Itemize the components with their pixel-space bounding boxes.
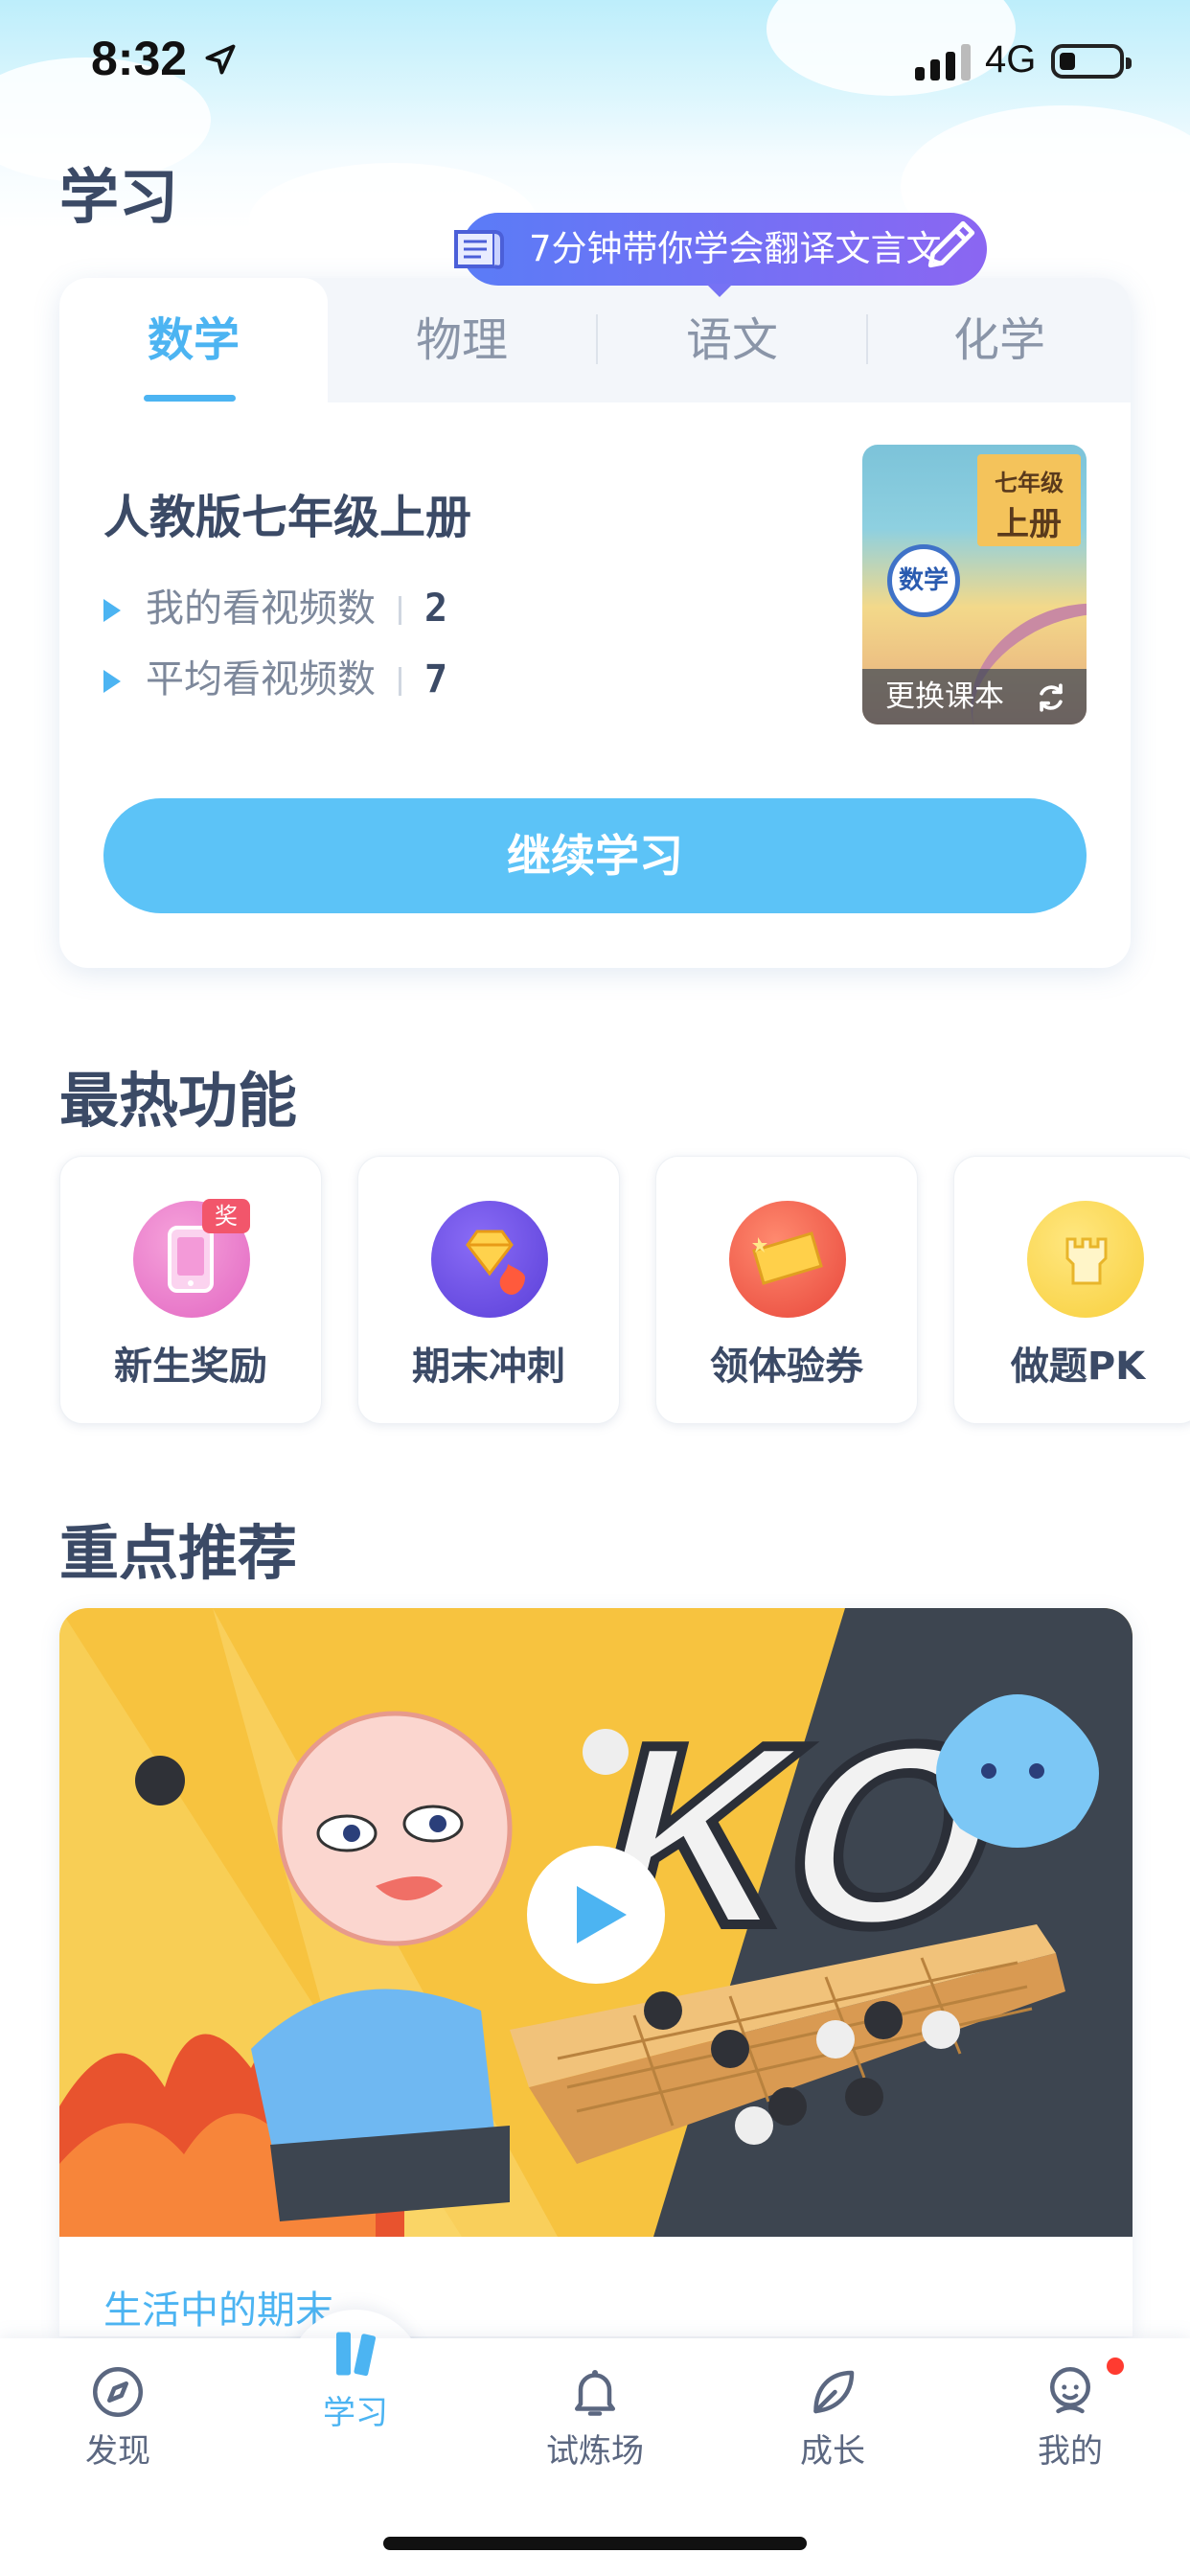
feature-quiz-pk[interactable]: 做题PK: [953, 1156, 1190, 1424]
feature-label: 新生奖励: [114, 1345, 267, 1389]
tab-math[interactable]: 数学: [59, 278, 328, 402]
feature-get-trial-coupon[interactable]: 领体验券: [655, 1156, 918, 1424]
textbook-cover[interactable]: 七年级 上册 数学 更换课本: [862, 445, 1087, 724]
recommend-title: 重点推荐: [59, 1518, 298, 1588]
ticket-icon: [729, 1201, 846, 1318]
recommend-card[interactable]: KO 生活中的期末: [59, 1608, 1133, 2336]
continue-learning-button[interactable]: 继续学习: [103, 798, 1087, 913]
status-bar: 8:32 4G: [0, 0, 1190, 129]
pen-icon: [927, 220, 975, 268]
banner-pointer: [706, 284, 733, 297]
tab-growth[interactable]: 成长: [756, 2338, 909, 2501]
cover-grade-label: 七年级 上册: [977, 454, 1081, 546]
tab-label: 成长: [800, 2432, 865, 2471]
stat-value: 2: [424, 586, 448, 631]
castle-icon: [1027, 1201, 1144, 1318]
book-title: 人教版七年级上册: [103, 491, 472, 544]
stat-average-videos: 平均看视频数 7: [103, 648, 447, 703]
scroll-icon: [454, 230, 504, 269]
network-label: 4G: [985, 38, 1037, 80]
books-icon: [336, 2332, 377, 2377]
refresh-icon: [1040, 683, 1063, 712]
compass-icon: [93, 2367, 143, 2417]
face-icon: [1050, 2367, 1090, 2414]
bullet-triangle-icon: [103, 599, 121, 622]
promo-tooltip-banner[interactable]: 7分钟带你学会翻译文言文: [454, 213, 987, 297]
stat-my-videos: 我的看视频数 2: [103, 577, 447, 632]
tab-chemistry[interactable]: 化学: [868, 278, 1131, 402]
stat-label: 我的看视频数: [146, 586, 376, 631]
location-arrow-icon: [205, 44, 236, 75]
tab-label: 我的: [1038, 2432, 1103, 2471]
notification-dot: [1107, 2358, 1124, 2375]
signal-icon: [915, 42, 974, 80]
feature-label: 期末冲刺: [412, 1345, 565, 1389]
diamond-fire-icon: [431, 1201, 548, 1318]
feature-final-sprint[interactable]: 期末冲刺: [357, 1156, 620, 1424]
study-card: 数学 物理 语文 化学 人教版七年级上册 我的看视频数 2 平均看视频数 7 七年级…: [59, 278, 1131, 968]
home-indicator: [383, 2537, 807, 2550]
bell-icon: [575, 2370, 615, 2416]
subject-tabs: 数学 物理 语文 化学: [59, 278, 1131, 402]
reward-badge: 奖: [202, 1199, 250, 1233]
hot-functions-title: 最热功能: [59, 1066, 298, 1136]
tab-label: 发现: [85, 2432, 150, 2471]
tab-practice-arena[interactable]: 试炼场: [518, 2338, 672, 2501]
bullet-triangle-icon: [103, 670, 121, 693]
battery-icon: [1051, 44, 1132, 79]
tab-label: 试炼场: [546, 2432, 644, 2471]
tab-physics[interactable]: 物理: [328, 278, 596, 402]
tab-discover[interactable]: 发现: [41, 2338, 195, 2501]
feature-newbie-reward[interactable]: 奖 新生奖励: [59, 1156, 322, 1424]
leaf-icon: [813, 2370, 855, 2414]
feature-label: 做题PK: [1010, 1345, 1146, 1389]
status-time: 8:32: [91, 32, 188, 85]
promo-illustration: KO: [59, 1608, 1133, 2237]
stat-label: 平均看视频数: [146, 657, 376, 702]
cover-subject-badge: 数学: [887, 544, 960, 617]
banner-text: 7分钟带你学会翻译文言文: [529, 228, 942, 269]
change-textbook-button[interactable]: 更换课本: [862, 669, 1087, 724]
change-textbook-label: 更换课本: [885, 679, 1004, 714]
stat-value: 7: [424, 657, 448, 702]
feature-label: 领体验券: [710, 1345, 863, 1389]
tab-mine[interactable]: 我的: [994, 2338, 1147, 2501]
active-tab-indicator: [144, 395, 236, 402]
page-title: 学习: [59, 162, 179, 232]
tab-learn[interactable]: 学习: [279, 2300, 432, 2463]
tab-label: 学习: [323, 2394, 388, 2432]
